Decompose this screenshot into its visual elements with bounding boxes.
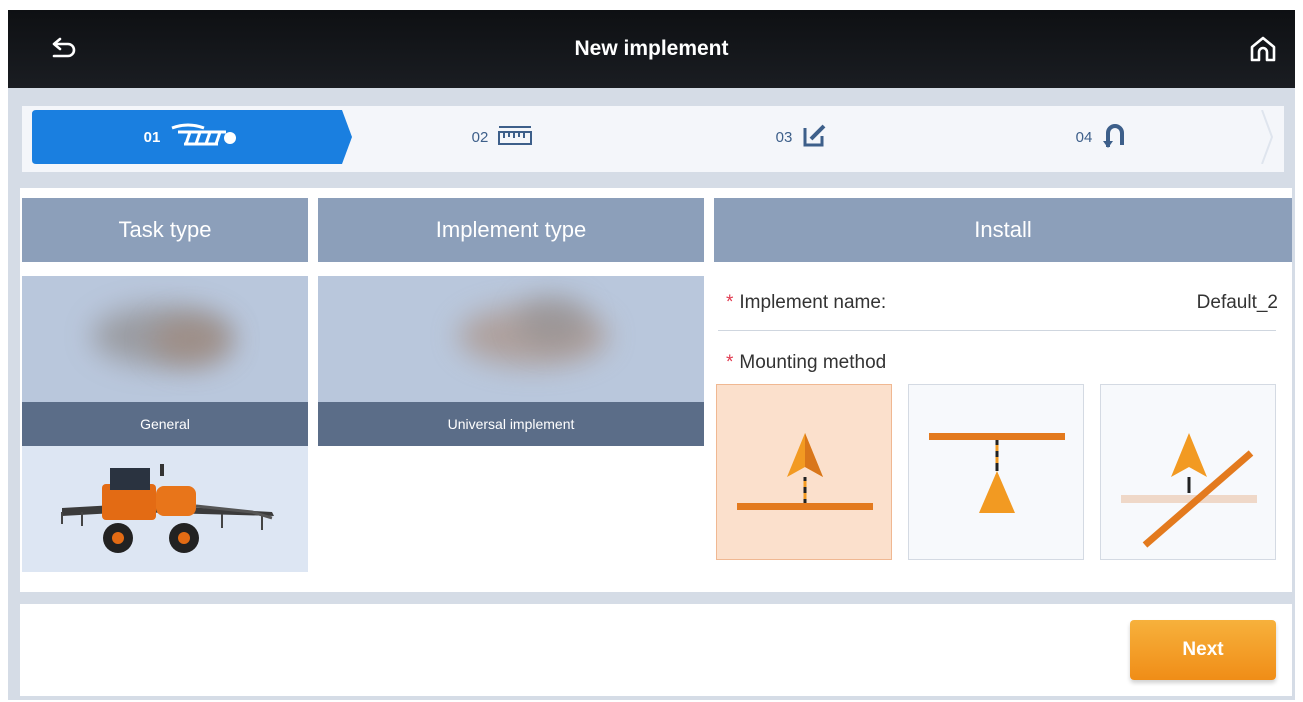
sprayer-tractor-image[interactable] — [22, 446, 308, 572]
step-3[interactable]: 03 — [652, 110, 952, 164]
mount-option-rear[interactable] — [716, 384, 892, 560]
step-3-number: 03 — [775, 128, 793, 146]
implement-type-header: Implement type — [318, 198, 704, 262]
universal-implement-image[interactable] — [318, 276, 704, 402]
content-panel: Task type General Implement type Univers… — [20, 188, 1292, 592]
step-2[interactable]: 02 — [352, 110, 652, 164]
plough-icon — [170, 122, 240, 152]
top-bar: New implement — [8, 10, 1295, 88]
required-mark: * — [726, 292, 734, 313]
rear-mount-icon — [737, 433, 873, 510]
front-mount-icon — [929, 433, 1065, 513]
implement-name-label-row: * Implement name: — [726, 292, 886, 314]
step-4-number: 04 — [1075, 128, 1093, 146]
mount-option-front[interactable] — [908, 384, 1084, 560]
task-type-general-label[interactable]: General — [22, 402, 308, 446]
required-mark: * — [726, 352, 734, 373]
page-title: New implement — [574, 37, 729, 60]
home-icon[interactable] — [1248, 34, 1278, 64]
offset-mount-icon — [1121, 433, 1257, 548]
mounting-method-label-row: * Mounting method — [726, 352, 886, 374]
implement-name-value[interactable]: Default_2 — [1197, 292, 1278, 314]
implement-name-label: Implement name: — [739, 292, 887, 313]
u-turn-icon — [1102, 121, 1128, 153]
footer-bar: Next — [20, 604, 1292, 696]
screen: New implement 01 02 03 04 Task type Gene… — [8, 10, 1295, 700]
ruler-icon — [498, 124, 533, 150]
mounting-method-label: Mounting method — [739, 352, 887, 373]
field-divider — [718, 330, 1276, 331]
implement-type-universal-label[interactable]: Universal implement — [318, 402, 704, 446]
edit-icon — [802, 122, 828, 152]
step-progress-bar: 01 02 03 04 — [22, 106, 1284, 172]
step-4[interactable]: 04 — [952, 110, 1252, 164]
step-2-number: 02 — [471, 128, 489, 146]
general-task-image[interactable] — [22, 276, 308, 402]
step-1[interactable]: 01 — [32, 110, 352, 164]
next-button[interactable]: Next — [1130, 620, 1276, 680]
step-1-number: 01 — [143, 128, 161, 146]
install-header: Install — [714, 198, 1292, 262]
task-type-header: Task type — [22, 198, 308, 262]
mount-option-offset[interactable] — [1100, 384, 1276, 560]
